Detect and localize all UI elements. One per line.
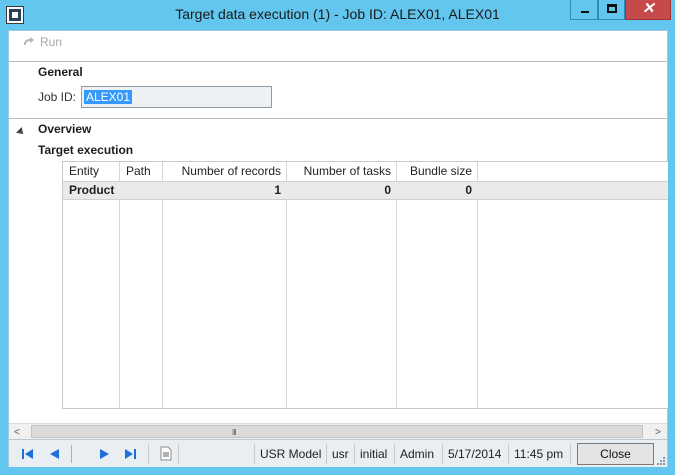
maximize-button[interactable] bbox=[598, 0, 625, 20]
status-time: 11:45 pm bbox=[514, 447, 564, 461]
cell-path bbox=[120, 182, 163, 199]
status-divider bbox=[178, 444, 179, 464]
status-divider bbox=[570, 444, 571, 464]
close-window-button[interactable]: ✕ bbox=[625, 0, 671, 20]
close-button[interactable]: Close bbox=[577, 443, 654, 465]
divider bbox=[9, 118, 667, 119]
minimize-button[interactable] bbox=[570, 0, 598, 20]
status-divider bbox=[354, 444, 355, 464]
form-client-area: Run General Job ID: ALEX01 Overview Targ… bbox=[8, 30, 668, 467]
status-model: USR Model bbox=[260, 447, 322, 461]
maximize-icon bbox=[607, 4, 617, 13]
cell-number-of-tasks: 0 bbox=[384, 183, 391, 197]
status-divider bbox=[508, 444, 509, 464]
cell-bundle-size: 0 bbox=[465, 183, 472, 197]
title-bar: Target data execution (1) - Job ID: ALEX… bbox=[0, 0, 675, 30]
run-label: Run bbox=[40, 35, 63, 49]
minimize-icon bbox=[581, 11, 589, 13]
divider bbox=[9, 61, 667, 62]
horizontal-scrollbar[interactable]: < III > bbox=[9, 423, 667, 439]
action-pane: Run bbox=[9, 31, 667, 61]
status-divider bbox=[254, 444, 255, 464]
close-icon: ✕ bbox=[642, 0, 655, 17]
status-divider bbox=[442, 444, 443, 464]
scroll-right-icon[interactable]: > bbox=[655, 427, 661, 438]
overview-heading[interactable]: Overview bbox=[38, 122, 91, 136]
scroll-thumb[interactable]: III bbox=[31, 425, 643, 438]
status-partition: initial bbox=[360, 447, 388, 461]
job-id-value: ALEX01 bbox=[84, 90, 133, 104]
run-button[interactable]: Run bbox=[23, 35, 62, 49]
scroll-grip-icon: III bbox=[232, 428, 237, 437]
next-record-icon[interactable] bbox=[98, 447, 112, 461]
resize-grip-icon[interactable] bbox=[656, 456, 666, 466]
scroll-left-icon[interactable]: < bbox=[14, 427, 20, 438]
last-record-icon[interactable] bbox=[123, 447, 137, 461]
job-id-label: Job ID: bbox=[38, 90, 77, 104]
column-header-path[interactable]: Path bbox=[120, 162, 163, 181]
run-icon bbox=[24, 37, 34, 45]
column-header-bundle-size[interactable]: Bundle size bbox=[397, 162, 478, 181]
previous-record-icon[interactable] bbox=[47, 447, 61, 461]
table-row[interactable]: Product 1 0 0 bbox=[63, 181, 668, 200]
status-divider bbox=[394, 444, 395, 464]
column-header-number-of-records[interactable]: Number of records bbox=[163, 162, 287, 181]
status-bar: USR Model usr initial Admin 5/17/2014 11… bbox=[9, 439, 667, 467]
column-header-entity[interactable]: Entity bbox=[63, 162, 120, 181]
status-divider bbox=[326, 444, 327, 464]
column-header-number-of-tasks[interactable]: Number of tasks bbox=[287, 162, 397, 181]
cell-number-of-records: 1 bbox=[274, 183, 281, 197]
target-execution-grid[interactable]: Entity Path Number of records Number of … bbox=[62, 161, 668, 409]
status-divider bbox=[148, 444, 149, 464]
general-heading: General bbox=[38, 65, 83, 79]
target-execution-heading: Target execution bbox=[38, 143, 134, 157]
cell-entity: Product bbox=[69, 183, 115, 197]
first-record-icon[interactable] bbox=[21, 447, 35, 461]
status-user: Admin bbox=[400, 447, 435, 461]
status-date: 5/17/2014 bbox=[448, 447, 502, 461]
document-handling-icon[interactable] bbox=[160, 446, 172, 461]
job-id-field[interactable]: ALEX01 bbox=[81, 86, 272, 108]
status-layer: usr bbox=[332, 447, 349, 461]
status-divider bbox=[71, 445, 72, 463]
collapse-triangle-icon[interactable] bbox=[16, 127, 26, 137]
